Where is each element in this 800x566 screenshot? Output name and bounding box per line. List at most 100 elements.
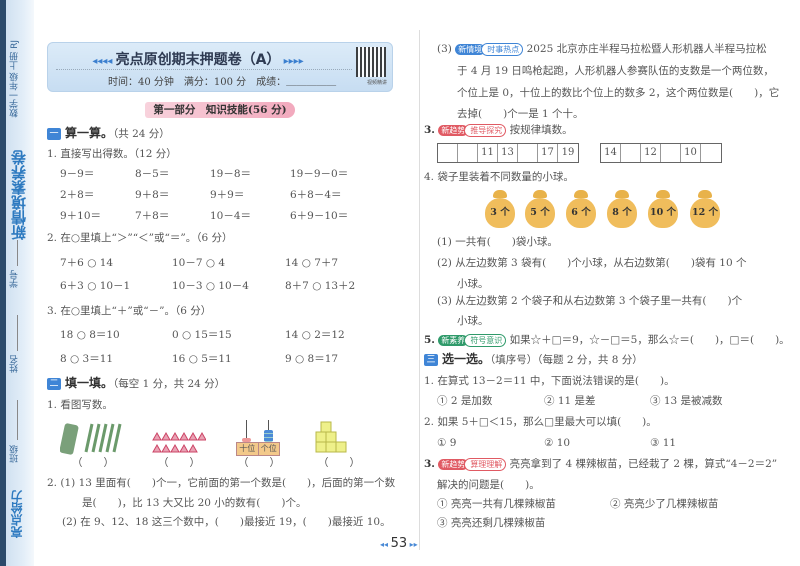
page-divider: [419, 30, 420, 550]
topic-tag: 符号意识: [464, 333, 507, 347]
qr-code[interactable]: [356, 47, 386, 77]
sequence-cell[interactable]: [518, 144, 538, 162]
comparison-item[interactable]: 8＋7 ○ 13＋2: [285, 279, 355, 293]
option[interactable]: ① 亮亮一共有几棵辣椒苗: [437, 497, 556, 511]
student-id-line[interactable]: [17, 240, 18, 266]
operator-item[interactable]: 18 ○ 8＝10: [60, 328, 120, 342]
bag-neck: [533, 190, 547, 198]
calculation-item[interactable]: 2＋8＝: [60, 188, 94, 202]
sequence-cell[interactable]: [438, 144, 458, 162]
question-text-line: 小球。: [457, 315, 489, 327]
calculation-item[interactable]: 6＋8－4＝: [290, 188, 342, 202]
ball-bag: 10 个: [648, 190, 678, 228]
question-text-line: 解决的问题是( )。: [437, 479, 540, 491]
calculation-item[interactable]: 7＋8＝: [135, 209, 169, 223]
question-text-line: 于 4 月 19 日鸣枪起跑，人形机器人参赛队伍的支数是一个两位数，: [457, 65, 774, 77]
bag-neck: [574, 190, 588, 198]
option[interactable]: ② 10: [544, 436, 570, 450]
calculation-item[interactable]: 9＋9＝: [210, 188, 244, 202]
question-1-3: 3. 在○里填上“＋”或“－”。（6 分）: [47, 305, 212, 317]
class-line[interactable]: [17, 400, 18, 440]
question-2-5: 5. 新素养 符号意识 如果☆＋□＝9，☆－□＝5，那么☆＝( )，□＝( )。: [424, 333, 790, 347]
sequence-cell: 11: [478, 144, 498, 162]
operator-item[interactable]: 16 ○ 5＝11: [172, 352, 232, 366]
calculation-item[interactable]: 8－5＝: [135, 167, 169, 181]
triangles-picture: [152, 431, 206, 453]
bag-neck: [698, 190, 712, 198]
question-3-1: 1. 在算式 13－2＝11 中，下面说法错误的是( )。: [424, 375, 675, 387]
operator-item[interactable]: 8 ○ 3＝11: [60, 352, 113, 366]
question-3-2: 2. 如果 5＋□＜15，那么□里最大可以填( )。: [424, 416, 657, 428]
question-2-4-1: (1) 一共有( )袋小球。: [437, 236, 558, 248]
class-label: 班级: [10, 445, 20, 463]
bag-count: 12 个: [690, 198, 720, 228]
question-text-line: 个位上是 0，十位上的数比个位上的数多 2，这个两位数是( )，它: [457, 87, 780, 99]
answer-blank[interactable]: （ ）: [318, 456, 360, 470]
option[interactable]: ③ 亮亮还剩几棵辣椒苗: [437, 516, 545, 530]
sequence-cell[interactable]: [701, 144, 721, 162]
comparison-item[interactable]: 10－7 ○ 4: [172, 256, 225, 270]
question-2-1: 1. 看图写数。: [47, 399, 113, 411]
ball-bag: 6 个: [566, 190, 596, 228]
calculation-item[interactable]: 19－9－0＝: [290, 167, 348, 181]
comparison-item[interactable]: 7＋6 ○ 14: [60, 256, 113, 270]
comparison-item[interactable]: 6＋3 ○ 10－1: [60, 279, 130, 293]
section-heading: 二填一填。（每空 1 分，共 24 分）: [47, 376, 225, 391]
calculation-item[interactable]: 19－8＝: [210, 167, 251, 181]
question-2-4-2: (2) 从左边数第 3 袋有( )个小球，从右边数第( )袋有 10 个: [437, 257, 747, 269]
question-2-4-3: (3) 从左边数第 2 个袋子和从右边数第 3 个袋子里一共有( )个: [437, 295, 743, 307]
question-2-2-3: (3) 新情境 时事热点 2025 北京亦庄半程马拉松暨人形机器人半程马拉松: [437, 42, 767, 56]
abacus-picture: 十位 个位: [236, 420, 280, 456]
calculation-item[interactable]: 6＋9－10＝: [290, 209, 348, 223]
answer-blank[interactable]: （ ）: [238, 456, 280, 470]
sequence-cell: 19: [561, 147, 575, 158]
comparison-item[interactable]: 10－3 ○ 10－4: [172, 279, 249, 293]
series-title: 新情境素养卷: [10, 150, 28, 240]
page-number: ◂◂ 53 ▸▸: [380, 536, 418, 551]
series-label: 数学一年级 上册 RJ: [10, 40, 20, 118]
option[interactable]: ② 亮亮少了几棵辣椒苗: [610, 497, 718, 511]
option[interactable]: ② 11 是差: [544, 394, 596, 408]
sidebar-edge: [0, 0, 6, 566]
topic-tag: 时事热点: [481, 42, 524, 56]
answer-blank[interactable]: （ ）: [158, 456, 200, 470]
brand-logo: 亮点给力: [10, 490, 24, 538]
sequence-cell: 10: [681, 144, 701, 162]
calculation-item[interactable]: 9＋8＝: [135, 188, 169, 202]
operator-item[interactable]: 0 ○ 15＝15: [172, 328, 232, 342]
calculation-item[interactable]: 10－4＝: [210, 209, 251, 223]
part-one-heading: 第一部分 知识技能(56 分): [145, 102, 295, 118]
section-heading: 三选一选。（填序号）（每题 2 分，共 8 分）: [424, 352, 643, 367]
option[interactable]: ① 9: [437, 436, 456, 450]
option[interactable]: ① 2 是加数: [437, 394, 492, 408]
question-1-1: 1. 直接写出得数。（12 分）: [47, 148, 177, 160]
qr-label: 视频精讲: [366, 80, 387, 86]
comparison-item[interactable]: 14 ○ 7＋7: [285, 256, 338, 270]
abacus-tens-label: 十位: [237, 443, 259, 455]
cubes-picture: [315, 421, 347, 453]
operator-item[interactable]: 9 ○ 8＝17: [285, 352, 338, 366]
question-2-2-1: 2. (1) 13 里面有( )个一，它前面的第一个数是( )，后面的第一个数: [47, 477, 396, 489]
question-text-line: 小球。: [457, 278, 489, 290]
name-line[interactable]: [17, 315, 18, 351]
question-2-3: 3. 新趋势 推导探究 按规律填数。: [424, 123, 573, 137]
sequence-cell[interactable]: [458, 144, 478, 162]
operator-item[interactable]: 14 ○ 2＝12: [285, 328, 345, 342]
calculation-item[interactable]: 9－9＝: [60, 167, 94, 181]
question-3-3: 3. 新趋势 算理理解 亮亮拿到了 4 棵辣椒苗，已经栽了 2 棵，算式“4－2＝…: [424, 457, 778, 471]
exam-title: ◂◂◂◂ 亮点原创期末押题卷（A） ▸▸▸▸: [92, 52, 304, 68]
question-1-2: 2. 在○里填上“＞”“＜”或“＝”。（6 分）: [47, 232, 233, 244]
sequence-cell[interactable]: [661, 144, 681, 162]
sequence-grid-1: 11 13 17 19: [437, 143, 579, 163]
answer-blank[interactable]: （ ）: [72, 456, 114, 470]
sticks-bundle-picture: [60, 423, 122, 455]
option[interactable]: ③ 11: [650, 436, 676, 450]
exam-header: ◂◂◂◂ 亮点原创期末押题卷（A） ▸▸▸▸ 时间：40 分钟 满分：100 分…: [47, 42, 393, 92]
name-label: 姓名: [10, 355, 20, 373]
option[interactable]: ③ 13 是被减数: [650, 394, 723, 408]
sequence-cell[interactable]: [621, 144, 641, 162]
question-2-2-1-cont: 是( )，比 13 大又比 20 小的数有( )个。: [82, 497, 307, 509]
sequence-cell: 14: [601, 144, 621, 162]
calculation-item[interactable]: 9＋10＝: [60, 209, 101, 223]
question-2-2-2: (2) 在 9、12、18 这三个数中，( )最接近 19，( )最接近 10。: [62, 516, 391, 528]
